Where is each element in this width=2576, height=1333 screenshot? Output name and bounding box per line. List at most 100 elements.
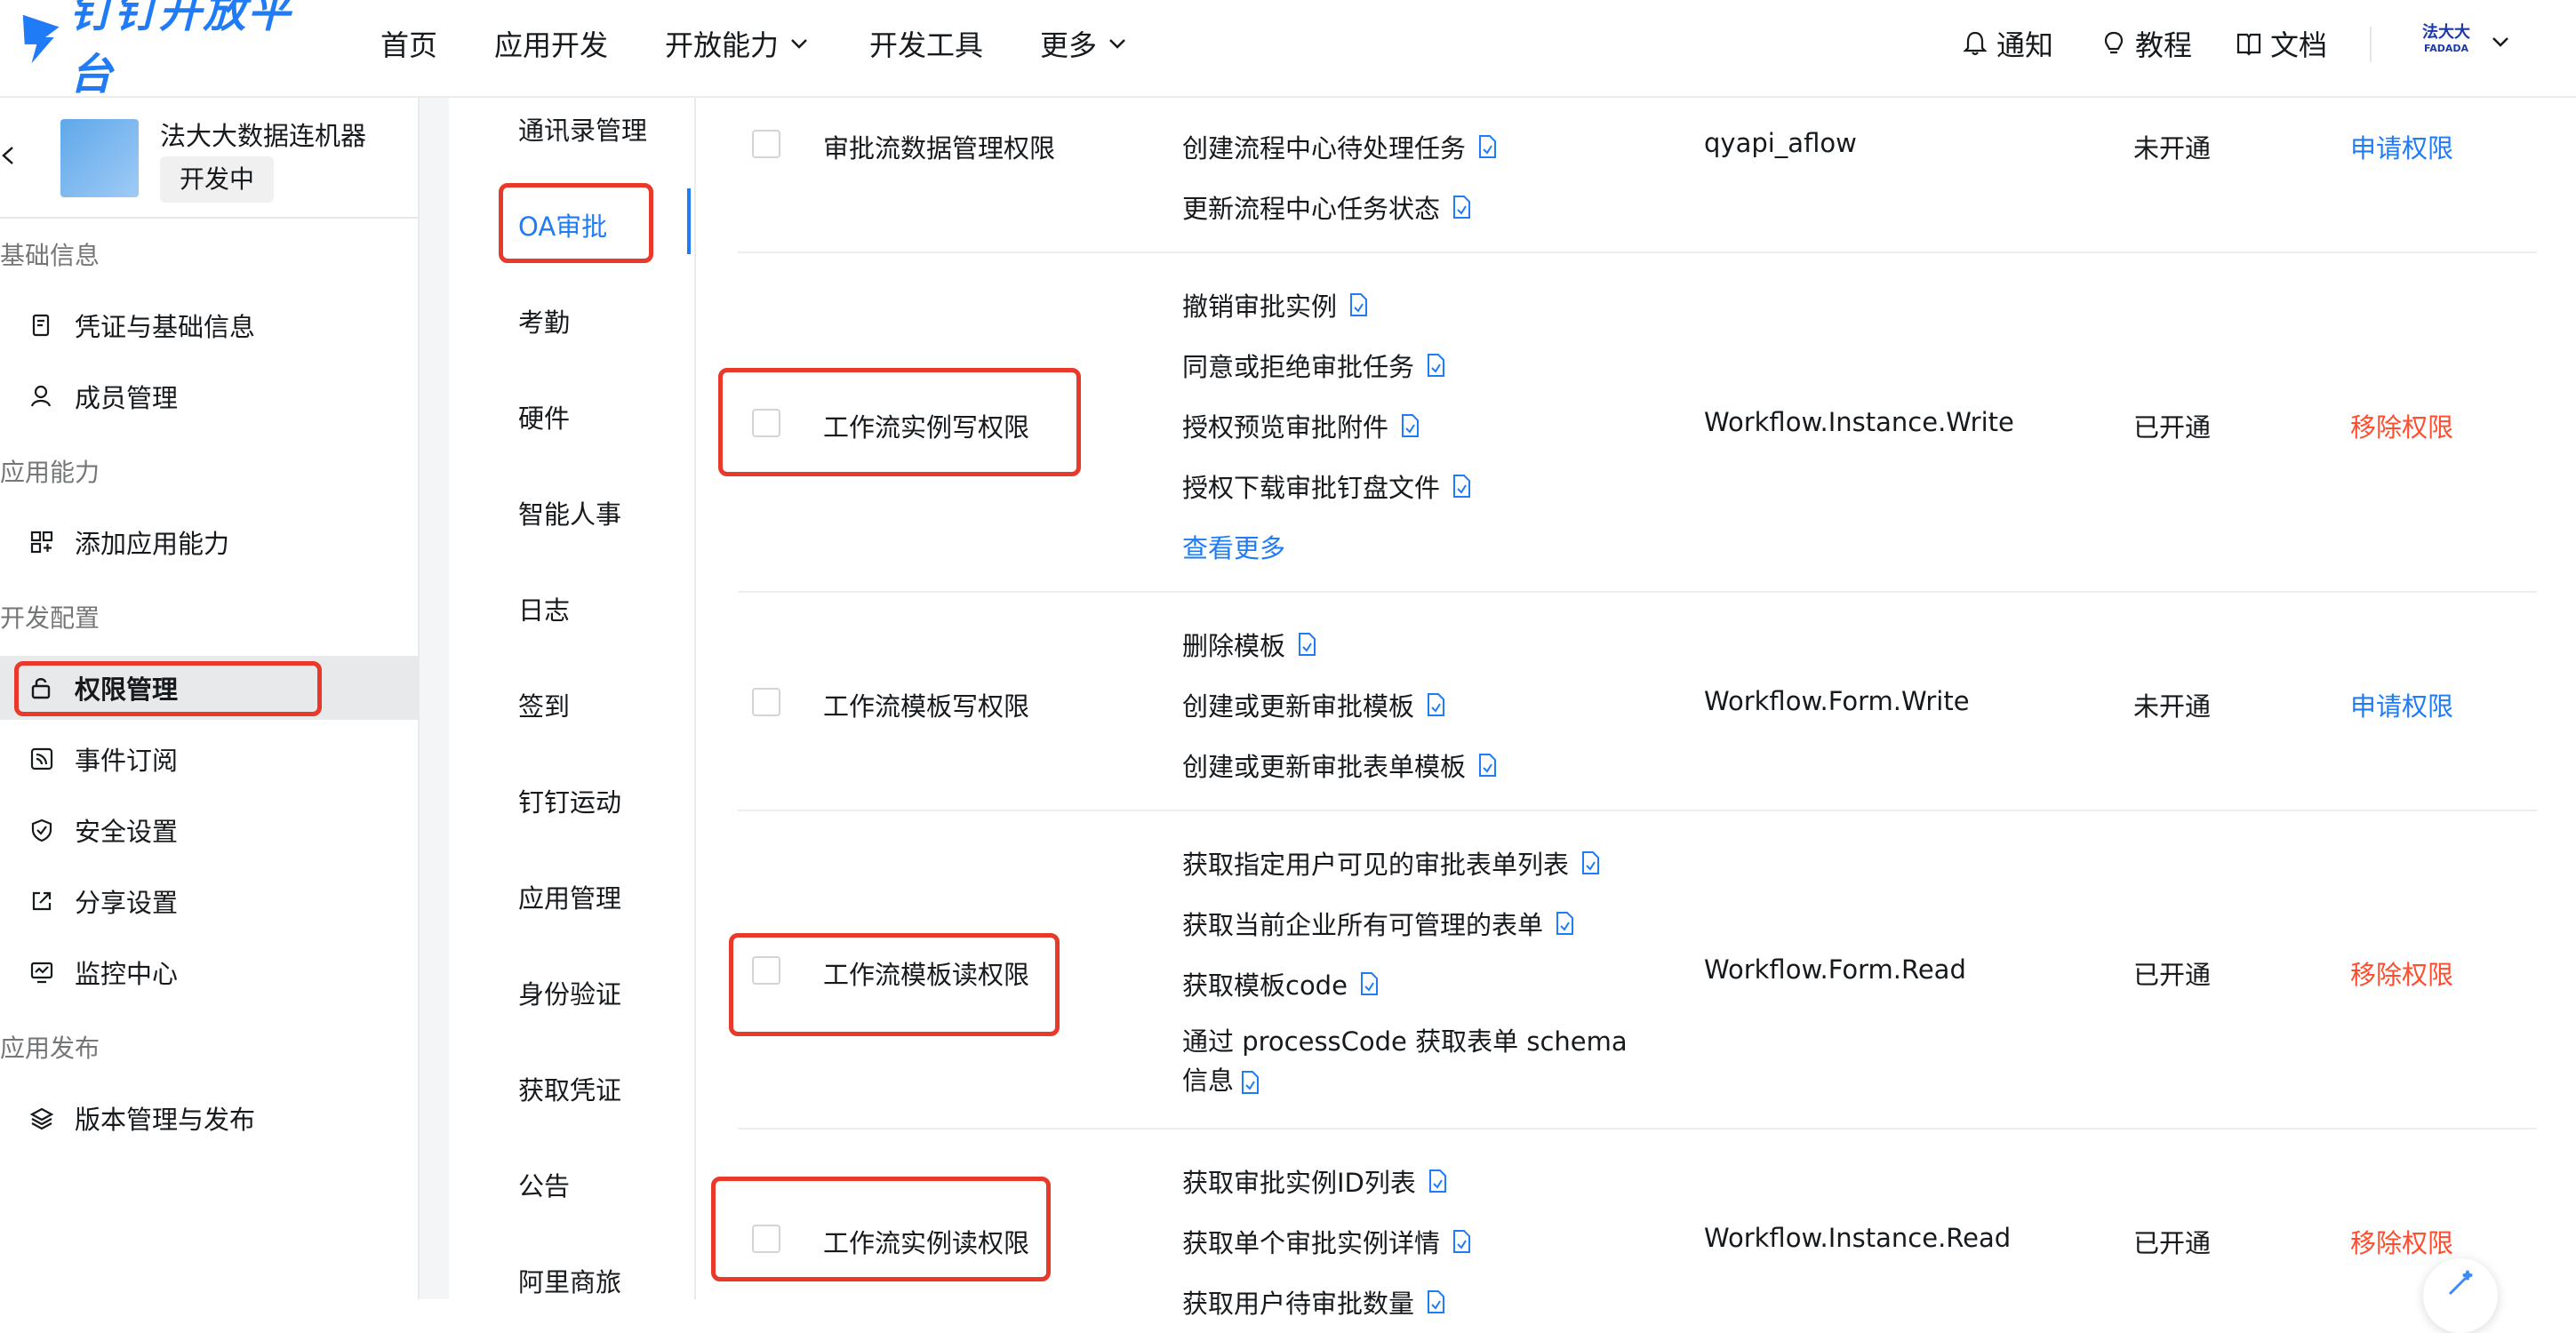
- permission-code: Workflow.Instance.Write: [1704, 407, 2014, 437]
- permission-code: Workflow.Form.Write: [1704, 686, 1970, 716]
- api-link[interactable]: 授权预览审批附件: [1182, 407, 1420, 444]
- doc-link-icon: [1479, 135, 1497, 158]
- row-divider: [738, 810, 2537, 811]
- api-link[interactable]: 获取当前企业所有可管理的表单: [1182, 905, 1575, 942]
- sidebar-item-version-release[interactable]: 版本管理与发布: [0, 1086, 418, 1150]
- highlight-oa-approval: [499, 183, 653, 263]
- book-icon: [2236, 33, 2261, 56]
- section-basic-info: 基础信息: [0, 241, 100, 270]
- remove-permission-link[interactable]: 移除权限: [2350, 954, 2453, 992]
- back-arrow-icon[interactable]: [0, 142, 18, 169]
- permission-code: Workflow.Instance.Read: [1704, 1223, 2012, 1253]
- category-sports[interactable]: 钉钉运动: [518, 782, 621, 819]
- api-link[interactable]: 删除模板: [1182, 626, 1317, 663]
- permission-name: 工作流模板写权限: [823, 691, 1030, 722]
- org-logo[interactable]: 法大大 FADADA: [2420, 25, 2473, 57]
- layers-icon: [29, 1107, 54, 1130]
- dingtalk-logo[interactable]: 钉钉开放平台: [16, 0, 329, 100]
- permission-status: 已开通: [2133, 412, 2212, 443]
- permission-status: 已开通: [2133, 960, 2212, 990]
- api-link[interactable]: 获取单个审批实例详情: [1182, 1223, 1472, 1260]
- doc-link-icon: [1299, 633, 1316, 656]
- api-link[interactable]: 创建流程中心待处理任务: [1182, 128, 1498, 165]
- apply-permission-link[interactable]: 申请权限: [2350, 686, 2453, 723]
- docs-button[interactable]: 文档: [2235, 23, 2327, 64]
- notify-button[interactable]: 通知: [1961, 23, 2053, 64]
- nav-dev-tools[interactable]: 开发工具: [869, 23, 983, 64]
- header-divider: [2370, 27, 2372, 62]
- nav-more[interactable]: 更多: [1040, 23, 1129, 64]
- section-app-release: 应用发布: [0, 1034, 100, 1063]
- category-travel[interactable]: 阿里商旅: [518, 1262, 621, 1299]
- assistant-float-button[interactable]: [2423, 1258, 2498, 1333]
- category-identity[interactable]: 身份验证: [518, 974, 621, 1011]
- category-log[interactable]: 日志: [518, 590, 570, 627]
- sidebar-item-members[interactable]: 成员管理: [0, 364, 418, 428]
- sidebar-item-event-subscription[interactable]: 事件订阅: [0, 727, 418, 791]
- magic-wand-icon: [2448, 1270, 2473, 1296]
- category-attendance[interactable]: 考勤: [518, 302, 570, 339]
- permission-status: 未开通: [2133, 133, 2212, 164]
- api-name: 创建或更新审批表单模板: [1182, 752, 1467, 782]
- category-credentials[interactable]: 获取凭证: [518, 1070, 621, 1107]
- permission-checkbox[interactable]: [752, 130, 780, 158]
- api-link[interactable]: 撤销审批实例: [1182, 286, 1369, 323]
- sidebar-item-add-capability[interactable]: 添加应用能力: [0, 510, 418, 574]
- tutorial-button[interactable]: 教程: [2100, 23, 2192, 64]
- nav-app-dev[interactable]: 应用开发: [494, 23, 608, 64]
- sidebar-item-label: 安全设置: [75, 817, 179, 847]
- category-contacts[interactable]: 通讯录管理: [518, 110, 647, 148]
- nav-home[interactable]: 首页: [380, 23, 437, 64]
- document-icon: [32, 314, 50, 337]
- active-category-indicator: [687, 188, 691, 254]
- api-link[interactable]: 获取用户待审批数量: [1182, 1283, 1446, 1321]
- api-link[interactable]: 更新流程中心任务状态: [1182, 188, 1472, 226]
- doc-link-icon: [1453, 196, 1471, 219]
- api-link[interactable]: 获取指定用户可见的审批表单列表: [1182, 844, 1601, 882]
- api-link[interactable]: 创建或更新审批表单模板: [1182, 746, 1498, 784]
- monitor-icon: [30, 962, 53, 984]
- highlight-instance-write: [718, 368, 1081, 476]
- sidebar-item-security[interactable]: 安全设置: [0, 798, 418, 862]
- doc-link-icon: [1479, 754, 1497, 777]
- nav-open-capability[interactable]: 开放能力: [665, 23, 811, 64]
- category-announcement[interactable]: 公告: [518, 1166, 570, 1203]
- category-app-management[interactable]: 应用管理: [518, 878, 621, 915]
- app-status-badge: 开发中: [160, 156, 275, 203]
- sidebar-item-share[interactable]: 分享设置: [0, 869, 418, 933]
- apply-permission-link[interactable]: 申请权限: [2350, 128, 2453, 165]
- remove-permission-link[interactable]: 移除权限: [2350, 407, 2453, 444]
- permission-checkbox[interactable]: [752, 688, 780, 716]
- category-checkin[interactable]: 签到: [518, 686, 570, 723]
- sidebar-item-label: 版本管理与发布: [75, 1105, 256, 1135]
- remove-permission-link[interactable]: 移除权限: [2350, 1223, 2453, 1260]
- row-divider: [738, 591, 2537, 593]
- category-hardware[interactable]: 硬件: [518, 398, 570, 435]
- notify-label: 通知: [1996, 28, 2054, 62]
- highlight-instance-read: [711, 1177, 1051, 1281]
- api-link[interactable]: 授权下载审批钉盘文件: [1182, 467, 1472, 505]
- sidebar-item-label: 分享设置: [75, 888, 179, 918]
- sidebar-item-monitor[interactable]: 监控中心: [0, 940, 418, 1004]
- chevron-down-icon[interactable]: [2489, 30, 2512, 53]
- api-link[interactable]: 通过 processCode 获取表单 schema 信息: [1182, 1022, 1644, 1100]
- doc-link-icon: [1350, 293, 1368, 316]
- row-divider: [738, 1128, 2537, 1129]
- highlight-form-read: [729, 933, 1060, 1036]
- sidebar-item-credentials[interactable]: 凭证与基础信息: [0, 293, 418, 357]
- apps-grid-icon: [30, 531, 53, 554]
- chevron-down-icon: [791, 39, 807, 49]
- app-avatar: [60, 119, 139, 197]
- top-navigation-bar: 钉钉开放平台 首页 应用开发 开放能力 开发工具 更多 通知 教程 文档 法大大…: [0, 0, 2576, 100]
- api-link[interactable]: 创建或更新审批模板: [1182, 686, 1446, 723]
- dingtalk-wing-icon: [22, 14, 60, 64]
- content-gutter: [420, 98, 449, 1299]
- api-link[interactable]: 同意或拒绝审批任务: [1182, 347, 1446, 384]
- api-link[interactable]: 获取审批实例ID列表: [1182, 1162, 1448, 1200]
- api-link[interactable]: 获取模板code: [1182, 965, 1380, 1002]
- api-name: 获取指定用户可见的审批表单列表: [1182, 850, 1570, 880]
- category-smart-hr[interactable]: 智能人事: [518, 494, 621, 531]
- view-more-link[interactable]: 查看更多: [1182, 528, 1285, 565]
- doc-link-icon: [1453, 475, 1471, 498]
- doc-link-icon: [1556, 912, 1574, 935]
